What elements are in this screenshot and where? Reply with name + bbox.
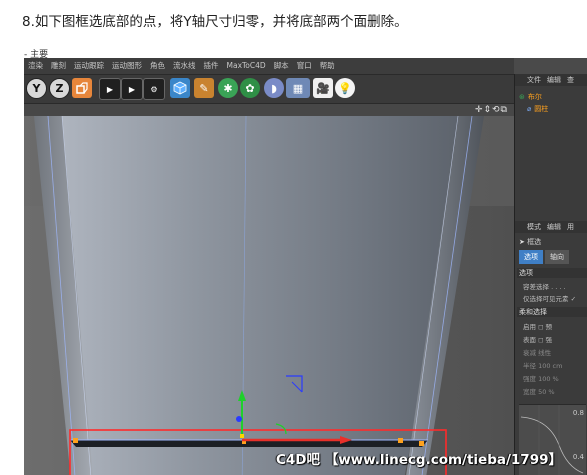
coordinate-system-icon[interactable] (72, 78, 92, 98)
selected-point[interactable] (398, 438, 403, 443)
soft-falloff-field[interactable]: 衰减 线性 (523, 347, 551, 357)
menu-bar: 渲染 雕刻 运动跟踪 运动图形 角色 流水线 插件 MaxToC4D 脚本 窗口… (24, 58, 514, 75)
right-panel: 文件 编辑 查 ⊛ 布尔 ⌀ 圆柱 模式 编辑 用 ➤ 框选 选项 轴向 选项 … (514, 74, 587, 475)
c4d-window: 渲染 雕刻 运动跟踪 运动图形 角色 流水线 插件 MaxToC4D 脚本 窗口… (24, 58, 587, 475)
menu-item-sculpt[interactable]: 雕刻 (47, 58, 70, 74)
render-view-icon[interactable]: ▶ (99, 78, 121, 100)
menu-item-motion-tracking[interactable]: 运动跟踪 (70, 58, 108, 74)
watermark-text: C4D吧 【www.linecg.com/tieba/1799】 (276, 452, 562, 468)
object-name: 布尔 (527, 93, 542, 101)
tab-edit[interactable]: 编辑 (547, 75, 561, 85)
menu-item-script[interactable]: 脚本 (270, 58, 293, 74)
render-picture-viewer-icon[interactable]: ▶ (121, 78, 143, 100)
object-row-cylinder[interactable]: ⌀ 圆柱 (527, 104, 548, 114)
soft-surface-option[interactable]: 表面 ◻ 强 (523, 334, 552, 344)
attribute-segment-tabs: 选项 轴向 (519, 250, 569, 264)
graph-tick-label: 0.8 (572, 409, 584, 417)
menu-item-plugins[interactable]: 插件 (200, 58, 223, 74)
menu-item-help[interactable]: 帮助 (316, 58, 339, 74)
camera-icon[interactable]: 🎥 (313, 78, 333, 98)
object-manager-tabs: 文件 编辑 查 (515, 74, 587, 86)
cube-icon[interactable] (170, 78, 190, 98)
tab-options[interactable]: 选项 (519, 250, 543, 264)
gizmo-center[interactable] (240, 434, 244, 438)
array-icon[interactable]: ✿ (240, 78, 260, 98)
menu-item-maxtoc4d[interactable]: MaxToC4D (223, 58, 270, 74)
3d-viewport[interactable]: ✛⇕⟲⧉ (24, 104, 514, 475)
viewport-scene[interactable] (24, 116, 514, 475)
menu-item-window[interactable]: 窗口 (293, 58, 316, 74)
subdivision-icon[interactable]: ✱ (218, 78, 238, 98)
object-name: 圆柱 (534, 105, 549, 113)
soft-radius-field[interactable]: 半径 100 cm (523, 360, 562, 370)
section-header-options[interactable]: 选项 (517, 268, 587, 278)
menu-item-character[interactable]: 角色 (146, 58, 169, 74)
soft-width-field[interactable]: 宽度 50 % (523, 386, 555, 396)
tab-view[interactable]: 查 (567, 75, 574, 85)
z-axis-lock-button[interactable]: Z (49, 78, 70, 99)
tab-user[interactable]: 用 (567, 222, 574, 232)
graph-tick-label: 0.4 (572, 453, 584, 461)
z-axis-handle[interactable] (236, 416, 242, 422)
menu-item-mograph[interactable]: 运动图形 (108, 58, 146, 74)
viewport-navigation-icons[interactable]: ✛⇕⟲⧉ (475, 104, 508, 116)
tab-file[interactable]: 文件 (527, 75, 541, 85)
menu-item-pipeline[interactable]: 流水线 (169, 58, 200, 74)
tab-mode[interactable]: 模式 (527, 222, 541, 232)
cylinder-object[interactable] (46, 116, 472, 475)
attribute-manager-tabs: 模式 编辑 用 (515, 221, 587, 233)
viewport-header: ✛⇕⟲⧉ (24, 104, 514, 116)
y-axis-lock-button[interactable]: Y (26, 78, 47, 99)
instruction-text: 8.如下图框选底部的点，将Y轴尺寸归零，并将底部两个面删除。 (22, 14, 408, 30)
menu-item-render[interactable]: 渲染 (24, 58, 47, 74)
soft-strength-field[interactable]: 强度 100 % (523, 373, 559, 383)
tab-edit[interactable]: 编辑 (547, 222, 561, 232)
object-row-boolean[interactable]: ⊛ 布尔 (519, 92, 542, 102)
section-header-soft-selection[interactable]: 柔和选择 (517, 307, 587, 317)
floor-icon[interactable]: ▦ (286, 78, 310, 98)
cylinder-icon: ⌀ (527, 105, 532, 113)
boolean-icon: ⊛ (519, 93, 525, 101)
main-toolbar: Y Z ▶ ▶ ⚙ ✎ ✱ ✿ ◗ ▦ 🎥 💡 (24, 75, 514, 104)
tab-axis[interactable]: 轴向 (545, 250, 569, 264)
soft-enable-option[interactable]: 启用 ◻ 预 (523, 321, 552, 331)
deformer-icon[interactable]: ◗ (264, 78, 284, 98)
select-arrow-icon: ➤ (519, 238, 525, 246)
visible-only-option[interactable]: 仅选择可见元素 ✓ (523, 293, 576, 303)
render-settings-icon[interactable]: ⚙ (143, 78, 165, 100)
tolerance-select-option[interactable]: 容差选择 . . . . (523, 281, 566, 291)
selected-point[interactable] (73, 438, 78, 443)
light-icon[interactable]: 💡 (335, 78, 355, 98)
tool-name: 框选 (527, 238, 542, 246)
selected-point[interactable] (419, 441, 424, 446)
current-tool-label: ➤ 框选 (519, 237, 541, 247)
pen-spline-icon[interactable]: ✎ (194, 78, 214, 98)
